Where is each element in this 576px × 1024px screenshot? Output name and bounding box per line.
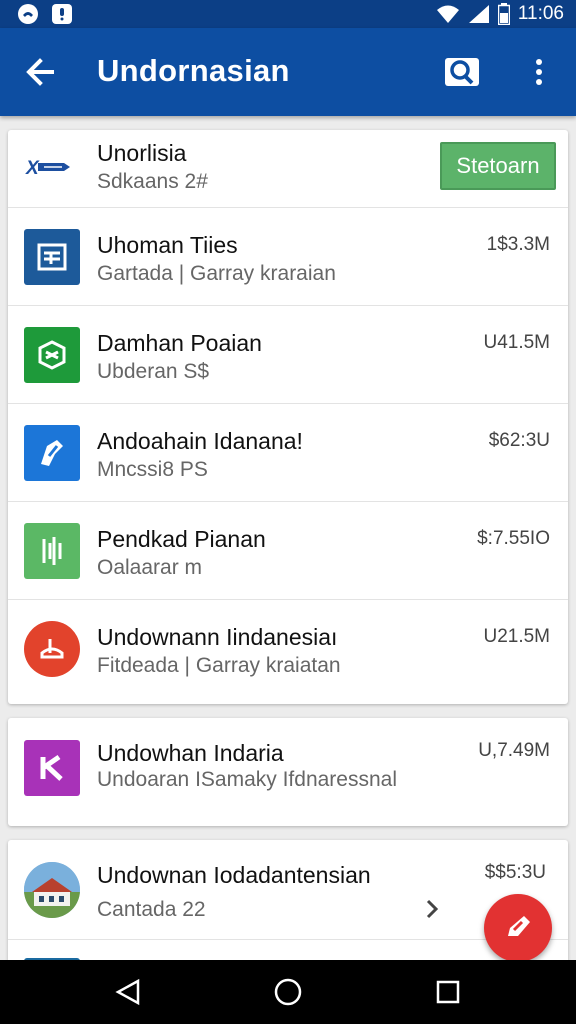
search-icon[interactable]: [444, 56, 480, 88]
alert-icon: [52, 4, 72, 24]
item-name: Andoahain Idanana!: [97, 428, 303, 454]
item-subtitle: Cantada 22: [97, 898, 206, 921]
page-title: Undornasian: [97, 53, 290, 88]
edit-icon: [508, 916, 530, 936]
battery-icon: [497, 3, 510, 25]
featured-name: Unorlisia: [97, 140, 187, 166]
item-value: U41.5M: [483, 332, 550, 353]
item-name: Undownann Iindanesiaı: [97, 624, 338, 650]
chevron-right-icon[interactable]: [424, 898, 440, 920]
back-arrow-icon[interactable]: [22, 54, 58, 90]
item-value: $$5:3U: [484, 862, 546, 883]
item-subtitle: Undoaran ISamaky Ifdnaressnal: [97, 768, 397, 791]
item-value: U,7.49M: [478, 740, 550, 761]
tag-icon: [24, 425, 80, 481]
item-subtitle: Gartada | Garray kraraian: [97, 262, 336, 285]
list-item[interactable]: Undownann Iindanesiaı Fitdeada | Garray …: [8, 600, 568, 704]
shield-icon: [24, 327, 80, 383]
item-value: U21.5M: [483, 626, 550, 647]
item-name: Undownan Iodadantensian: [97, 862, 371, 888]
building-photo-icon: [24, 862, 80, 918]
more-vert-icon[interactable]: [526, 56, 552, 88]
app-list-card: X Unorlisia Sdkaans 2# Stetoarn Uhoman T…: [8, 130, 568, 704]
featured-row[interactable]: X Unorlisia Sdkaans 2# Stetoarn: [8, 130, 568, 208]
item-value: 1$3.3M: [486, 234, 550, 255]
document-icon: [24, 229, 80, 285]
item-subtitle: Ubderan S$: [97, 360, 210, 383]
notification-icon: [18, 4, 38, 24]
lamp-icon: [24, 621, 80, 677]
list-item[interactable]: Undowhan Indaria Undoaran ISamaky Ifdnar…: [8, 718, 568, 826]
status-bar: 11:06: [0, 0, 576, 28]
item-value: $:7.55IO: [477, 528, 550, 549]
list-item[interactable]: Uhoman Tiies Gartada | Garray kraraian 1…: [8, 208, 568, 306]
app-card[interactable]: Undowhan Indaria Undoaran ISamaky Ifdnar…: [8, 718, 568, 826]
app-bar: Undornasian: [0, 28, 576, 116]
item-name: Damhan Poaian: [97, 330, 262, 356]
list-item[interactable]: Andoahain Idanana! Mncssi8 PS $62:3U: [8, 404, 568, 502]
featured-subtitle: Sdkaans 2#: [97, 170, 208, 193]
wifi-icon: [436, 5, 459, 23]
system-nav-bar: [0, 960, 576, 1024]
app-card[interactable]: Undownan Iodadantensian Cantada 22 $$5:3…: [8, 840, 568, 980]
list-item[interactable]: Damhan Poaian Ubderan S$ U41.5M: [8, 306, 568, 404]
k-letter-icon: [24, 740, 80, 796]
home-circle-icon[interactable]: [272, 976, 304, 1008]
logo-icon: X: [25, 158, 70, 179]
item-subtitle: Oalaarar m: [97, 556, 203, 579]
recents-square-icon[interactable]: [432, 976, 464, 1008]
svg-text:X: X: [25, 158, 40, 179]
item-name: Uhoman Tiies: [97, 232, 238, 258]
chart-icon: [24, 523, 80, 579]
list-item[interactable]: Pendkad Pianan Oalaarar m $:7.55IO: [8, 502, 568, 600]
item-subtitle: Mncssi8 PS: [97, 458, 208, 481]
item-subtitle: Fitdeada | Garray kraiatan: [97, 654, 341, 677]
install-button[interactable]: Stetoarn: [440, 142, 556, 190]
item-value: $62:3U: [488, 430, 550, 451]
back-triangle-icon[interactable]: [112, 976, 144, 1008]
edit-fab-button[interactable]: [484, 894, 552, 962]
status-time: 11:06: [517, 3, 564, 24]
item-name: Undowhan Indaria: [97, 740, 284, 766]
item-name: Pendkad Pianan: [97, 526, 266, 552]
signal-icon: [468, 5, 489, 23]
